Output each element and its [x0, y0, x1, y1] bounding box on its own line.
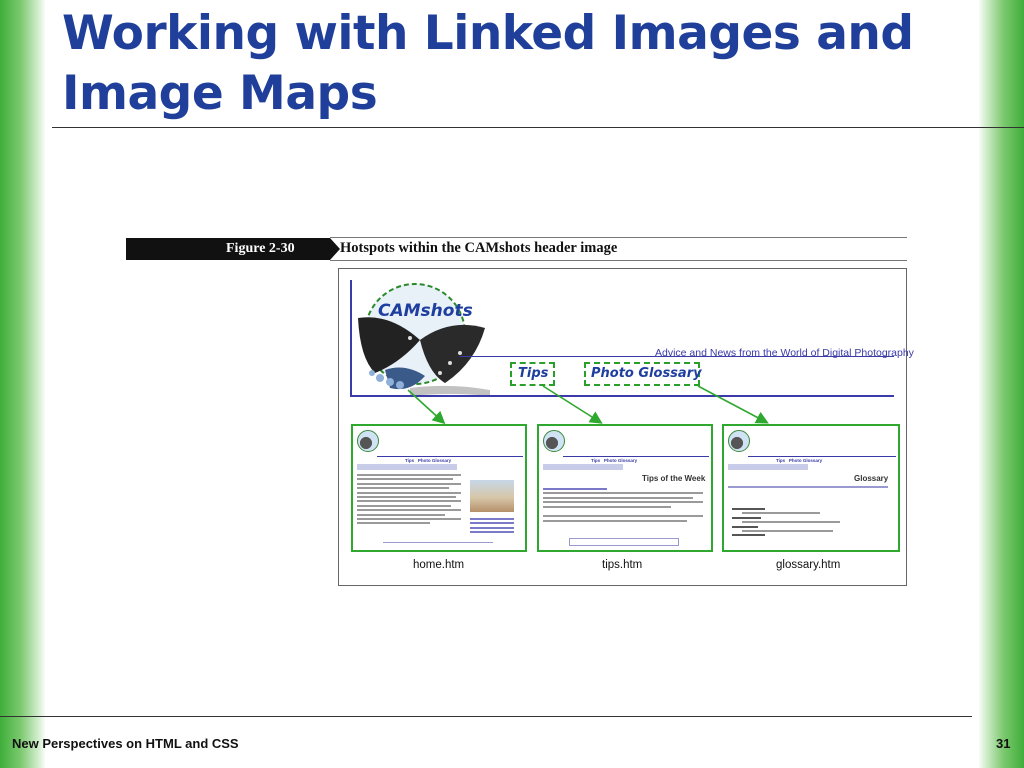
- sidebar-links: [470, 518, 514, 536]
- home-caption: home.htm: [413, 559, 465, 571]
- glossary-link-label[interactable]: Photo Glossary: [591, 366, 702, 381]
- tips-body-text: [543, 488, 703, 524]
- glossary-alpha-index: [728, 486, 888, 490]
- tips-caption: tips.htm: [602, 559, 643, 571]
- thumb-logo-icon: [357, 430, 379, 452]
- thumb-nav-bar: [357, 464, 457, 470]
- glossary-thumb-heading: Glossary: [854, 474, 889, 483]
- thumb-header-rule: [563, 456, 709, 457]
- header-tagline: Advice and News from the World of Digita…: [655, 347, 914, 359]
- tips-page-thumbnail: Tips Photo Glossary Tips of the Week: [537, 424, 713, 552]
- page-number: 31: [996, 736, 1011, 751]
- figure-label: Figure 2-30: [226, 241, 295, 256]
- right-green-bar: [978, 0, 1024, 768]
- slide-title: Working with Linked Images and Image Map…: [62, 6, 914, 121]
- thumb-nav-links: Tips Photo Glossary: [591, 458, 638, 463]
- header-left-border: [350, 280, 352, 397]
- thumb-nav-bar: [543, 464, 623, 470]
- thumb-logo-icon: [543, 430, 565, 452]
- camshots-logo-text: CAMshots: [378, 301, 473, 321]
- footer-rule: [0, 716, 972, 717]
- thumb-nav-bar: [728, 464, 808, 470]
- left-green-bar: [0, 0, 46, 768]
- figure-rule-bottom: [330, 260, 907, 261]
- thumb-header-rule: [377, 456, 523, 457]
- figure-rule-top: [330, 237, 907, 238]
- glossary-caption: glossary.htm: [776, 559, 841, 571]
- tips-link-label[interactable]: Tips: [518, 366, 548, 381]
- home-body-text: [357, 474, 461, 527]
- title-rule: [52, 127, 1024, 128]
- figure-caption: Hotspots within the CAMshots header imag…: [340, 240, 618, 256]
- home-page-thumbnail: Tips Photo Glossary: [351, 424, 527, 552]
- header-bottom-border: [350, 395, 894, 397]
- glossary-page-thumbnail: Tips Photo Glossary Glossary: [722, 424, 900, 552]
- thumb-header-rule: [748, 456, 896, 457]
- photo-of-the-month-image: [470, 480, 514, 512]
- footer-text: New Perspectives on HTML and CSS: [12, 736, 239, 751]
- tips-thumb-heading: Tips of the Week: [642, 474, 706, 483]
- tips-footer-box: [569, 538, 679, 546]
- thumb-nav-links: Tips Photo Glossary: [776, 458, 823, 463]
- home-footer: [383, 542, 493, 545]
- thumb-logo-icon: [728, 430, 750, 452]
- glossary-entries: [732, 508, 862, 539]
- thumb-nav-links: Tips Photo Glossary: [405, 458, 452, 463]
